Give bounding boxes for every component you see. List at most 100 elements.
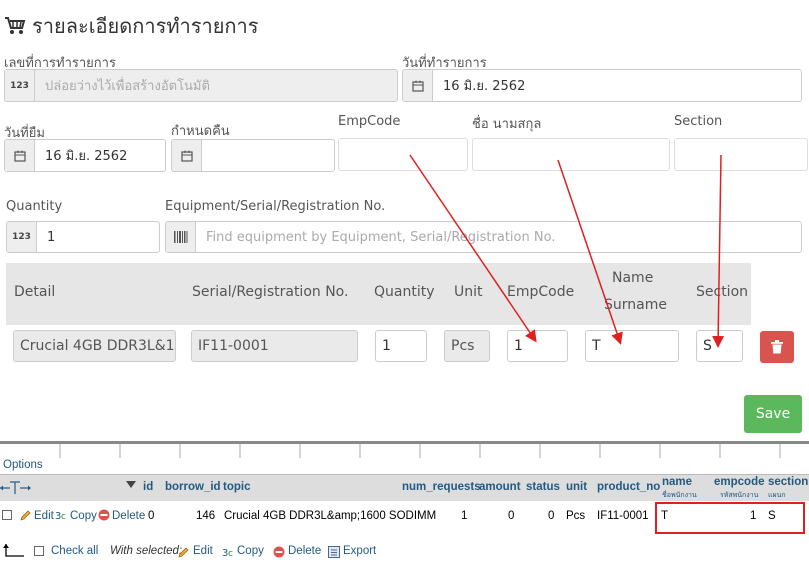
row-copy-link[interactable]: Copy	[70, 510, 97, 522]
quantity-value: 1	[47, 229, 56, 245]
th-empcode: EmpCode	[507, 284, 575, 300]
row-serial: IF11-0001	[191, 330, 358, 362]
cell-borrow-id: 146	[196, 510, 216, 522]
delete-row-button[interactable]	[760, 331, 794, 363]
return-date-value	[202, 140, 212, 171]
fullname-label: ชื่อ นามสกุล	[472, 117, 542, 132]
col-empcode[interactable]: empcode	[714, 476, 765, 488]
cell-product-no: IF11-0001	[597, 510, 649, 522]
col-section-comment: แผนก	[768, 492, 786, 499]
export-icon	[328, 546, 340, 558]
row-detail: Crucial 4GB DDR3L&1600	[13, 330, 176, 362]
bulk-export-link[interactable]: Export	[343, 545, 376, 557]
copy-icon: 3c	[222, 548, 233, 558]
detail-table-header: Detail Serial/Registration No. Quantity …	[6, 263, 751, 325]
calendar-icon	[172, 140, 202, 171]
page-title: รายละเอียดการทำรายการ	[32, 14, 259, 38]
col-section[interactable]: section	[768, 476, 808, 488]
row-edit-link[interactable]: Edit	[34, 510, 54, 522]
row-name-input[interactable]: T	[585, 330, 679, 362]
row-quantity-input[interactable]: 1	[375, 330, 427, 362]
with-selected-label: With selected:	[110, 545, 183, 557]
grid-ticks	[59, 444, 781, 458]
col-borrow-id[interactable]: borrow_id	[165, 481, 221, 493]
row-checkbox[interactable]	[2, 510, 12, 520]
th-detail: Detail	[14, 284, 56, 300]
equipment-search-placeholder: Find equipment by Equipment, Serial/Regi…	[206, 229, 556, 245]
txn-date-field[interactable]: 16 มิ.ย. 2562	[402, 69, 802, 102]
row-section-input[interactable]: S	[696, 330, 743, 362]
delete-circle-icon	[98, 509, 110, 521]
th-unit: Unit	[454, 284, 483, 300]
check-all-checkbox[interactable]	[34, 546, 44, 556]
cell-id: 0	[148, 510, 155, 522]
borrow-date-value: 16 มิ.ย. 2562	[45, 149, 128, 164]
return-date-label: กำหนดคืน	[171, 124, 230, 139]
th-serial: Serial/Registration No.	[192, 284, 349, 300]
col-topic[interactable]: topic	[223, 481, 250, 493]
col-unit[interactable]: unit	[566, 481, 587, 493]
number-icon: 123	[7, 222, 37, 252]
th-quantity: Quantity	[374, 284, 435, 300]
th-surname: Surname	[604, 297, 667, 313]
check-all-link[interactable]: Check all	[51, 545, 98, 557]
section-field[interactable]	[674, 138, 808, 171]
page-title-row: รายละเอียดการทำรายการ	[4, 10, 259, 42]
col-product-no[interactable]: product_no	[597, 481, 660, 493]
col-name-comment: ชื่อพนักงาน	[662, 492, 697, 499]
col-status[interactable]: status	[526, 481, 560, 493]
bulk-edit-link[interactable]: Edit	[193, 545, 213, 557]
pencil-icon	[20, 510, 31, 521]
column-arrows-icon	[0, 481, 31, 494]
col-num-requests[interactable]: num_requests	[402, 481, 481, 493]
svg-text:c: c	[228, 549, 233, 558]
section-value	[675, 139, 685, 170]
bulk-copy-link[interactable]: Copy	[237, 545, 264, 557]
trash-icon	[771, 340, 783, 354]
bulk-delete-link[interactable]: Delete	[288, 545, 321, 557]
pencil-icon	[178, 547, 189, 558]
cell-topic: Crucial 4GB DDR3L&amp;1600 SODIMM	[224, 510, 437, 522]
sort-dropdown-icon[interactable]	[126, 481, 136, 489]
cell-unit: Pcs	[566, 510, 586, 522]
empcode-field[interactable]	[338, 138, 468, 171]
calendar-icon	[403, 70, 433, 101]
th-section: Section	[696, 284, 749, 300]
shopping-cart-icon	[5, 17, 26, 34]
txn-no-placeholder: ปล่อยว่างไว้เพื่อสร้างอัตโนมัติ	[45, 79, 210, 94]
txn-no-field[interactable]: 123 ปล่อยว่างไว้เพื่อสร้างอัตโนมัติ	[4, 69, 398, 102]
borrow-date-field[interactable]: 16 มิ.ย. 2562	[4, 139, 166, 172]
empcode-value	[339, 139, 349, 170]
equipment-search-field[interactable]: Find equipment by Equipment, Serial/Regi…	[165, 221, 802, 253]
options-link[interactable]: Options	[3, 459, 43, 471]
section-label: Section	[674, 114, 723, 129]
number-icon: 123	[5, 70, 35, 101]
row-empcode-input[interactable]: 1	[507, 330, 568, 362]
calendar-icon	[5, 140, 35, 171]
return-date-field[interactable]	[171, 139, 335, 172]
empcode-label: EmpCode	[338, 114, 401, 129]
equipment-label: Equipment/Serial/Registration No.	[165, 199, 386, 214]
txn-date-value: 16 มิ.ย. 2562	[443, 79, 526, 94]
fullname-value	[473, 139, 483, 170]
fullname-field[interactable]	[472, 138, 670, 171]
th-name: Name	[612, 270, 654, 286]
svg-text:c: c	[61, 512, 66, 521]
col-name[interactable]: name	[662, 476, 692, 488]
annotation-highlight-box	[655, 502, 805, 534]
pma-header-row: id borrow_id topic num_requests amount s…	[0, 474, 809, 501]
col-empcode-comment: รหัสพนักงาน	[720, 492, 759, 499]
quantity-field[interactable]: 123 1	[6, 221, 160, 253]
col-id[interactable]: id	[143, 481, 153, 493]
cell-amount: 0	[508, 510, 515, 522]
save-button[interactable]: Save	[744, 395, 802, 433]
col-amount[interactable]: amount	[479, 481, 521, 493]
row-unit: Pcs	[444, 330, 490, 362]
barcode-icon	[166, 222, 196, 252]
copy-icon: 3c	[55, 511, 66, 521]
pma-footer: Check all With selected: Edit 3c Copy De…	[0, 540, 809, 568]
select-arrow-icon	[3, 544, 24, 557]
cell-num-requests: 1	[461, 510, 468, 522]
row-delete-link[interactable]: Delete	[112, 510, 145, 522]
cell-status: 0	[548, 510, 555, 522]
